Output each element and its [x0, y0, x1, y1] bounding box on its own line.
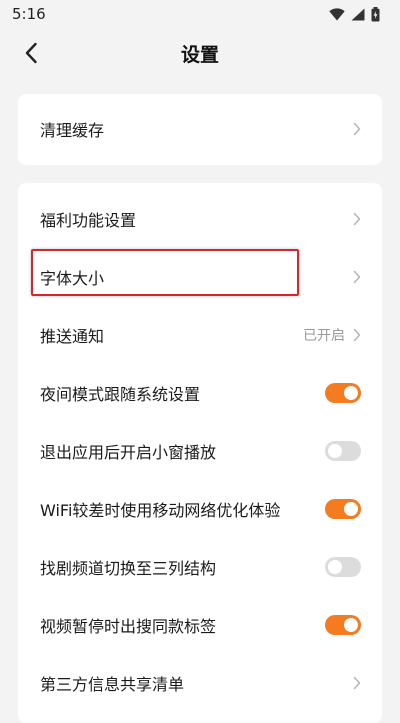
chevron-right-icon	[353, 122, 361, 136]
night-mode-toggle[interactable]	[325, 383, 361, 403]
night-mode-row: 夜间模式跟随系统设置	[18, 364, 382, 422]
toggle-knob	[344, 502, 358, 516]
row-right: 已开启	[303, 325, 361, 345]
cellular-signal-icon	[351, 8, 365, 20]
status-time: 5:16	[12, 5, 46, 23]
chevron-right-icon	[353, 676, 361, 690]
third-party-list-label: 第三方信息共享清单	[40, 675, 185, 694]
three-column-label: 找剧频道切换至三列结构	[40, 559, 217, 578]
wifi-optimize-toggle[interactable]	[325, 499, 361, 519]
status-bar: 5:16	[0, 0, 400, 28]
chevron-right-icon	[353, 270, 361, 284]
clear-cache-label: 清理缓存	[40, 121, 105, 140]
push-notification-row[interactable]: 推送通知 已开启	[18, 306, 382, 364]
back-button[interactable]	[14, 36, 48, 70]
wifi-optimize-row: WiFi较差时使用移动网络优化体验	[18, 480, 382, 538]
night-mode-label: 夜间模式跟随系统设置	[40, 385, 201, 404]
wifi-optimize-label: WiFi较差时使用移动网络优化体验	[40, 501, 281, 520]
font-size-label: 字体大小	[40, 269, 105, 288]
three-column-row: 找剧频道切换至三列结构	[18, 538, 382, 596]
three-column-toggle[interactable]	[325, 557, 361, 577]
toggle-knob	[328, 560, 342, 574]
row-right	[353, 122, 361, 136]
toggle-knob	[344, 386, 358, 400]
battery-charging-icon	[371, 6, 380, 21]
third-party-list-row[interactable]: 第三方信息共享清单	[18, 654, 382, 712]
row-right	[353, 676, 361, 690]
settings-card-main: 福利功能设置 字体大小 推送通知 已开启 夜间模式跟随系统设置 退出应用后开启小…	[18, 183, 382, 723]
back-arrow-icon	[25, 42, 37, 64]
pause-tag-toggle[interactable]	[325, 615, 361, 635]
pause-tag-row: 视频暂停时出搜同款标签	[18, 596, 382, 654]
chevron-right-icon	[353, 212, 361, 226]
wifi-icon	[329, 7, 345, 20]
nav-bar: 设置	[0, 30, 400, 76]
mini-window-label: 退出应用后开启小窗播放	[40, 443, 217, 462]
font-size-row[interactable]: 字体大小	[18, 248, 382, 306]
toggle-knob	[344, 618, 358, 632]
welfare-settings-row[interactable]: 福利功能设置	[18, 190, 382, 248]
row-right	[353, 212, 361, 226]
clear-cache-row[interactable]: 清理缓存	[18, 100, 382, 158]
settings-card-cache: 清理缓存	[18, 94, 382, 165]
mini-window-row: 退出应用后开启小窗播放	[18, 422, 382, 480]
welfare-settings-label: 福利功能设置	[40, 211, 137, 230]
status-icons	[329, 6, 380, 22]
pause-tag-label: 视频暂停时出搜同款标签	[40, 617, 217, 636]
row-right	[353, 270, 361, 284]
page-title: 设置	[180, 43, 219, 66]
chevron-right-icon	[353, 328, 361, 342]
toggle-knob	[328, 444, 342, 458]
mini-window-toggle[interactable]	[325, 441, 361, 461]
push-notification-label: 推送通知	[40, 327, 105, 346]
push-notification-status: 已开启	[303, 328, 345, 344]
